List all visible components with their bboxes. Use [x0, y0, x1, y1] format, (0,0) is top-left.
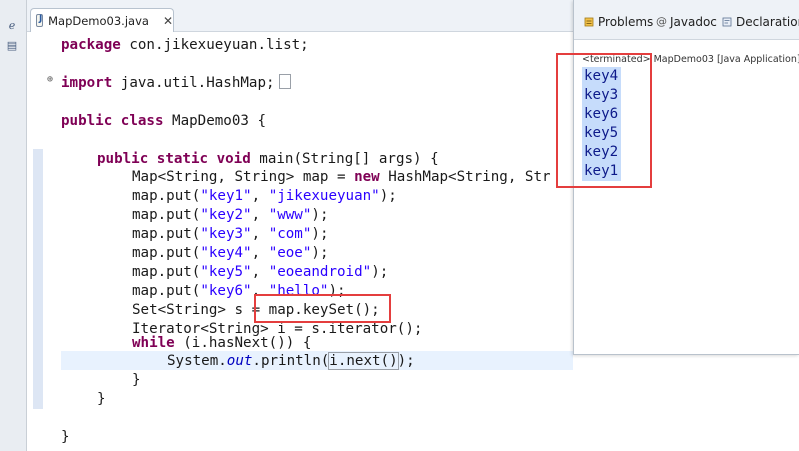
code-line: public class MapDemo03 { — [61, 113, 266, 129]
code-line: } — [97, 391, 106, 407]
tab-declaration[interactable]: Declaration — [722, 13, 799, 31]
tab-mapdemo03[interactable]: MapDemo03.java ✕ — [30, 8, 174, 32]
code-line: map.put("key5", "eoeandroid"); — [132, 264, 389, 280]
code-line: package con.jikexueyuan.list; — [61, 37, 309, 53]
view-tab-bar: Problems @ Javadoc Declaration — [574, 0, 799, 40]
outline-icon[interactable]: ▤ — [4, 38, 20, 54]
code-line: map.put("key3", "com"); — [132, 226, 329, 242]
tab-problems[interactable]: Problems — [584, 13, 653, 31]
fold-expand-icon[interactable]: ⊕ — [47, 74, 53, 85]
code-line: map.put("key4", "eoe"); — [132, 245, 329, 261]
code-editor[interactable]: ⊕ package con.jikexueyuan.list; import j… — [27, 32, 573, 451]
javadoc-icon: @ — [656, 15, 667, 28]
code-line: while (i.hasNext()) { — [132, 335, 312, 351]
scope-ruler — [33, 149, 43, 409]
java-file-icon — [36, 14, 44, 27]
code-line: map.put("key2", "www"); — [132, 207, 329, 223]
code-line: import java.util.HashMap; — [61, 73, 291, 93]
declaration-icon — [722, 17, 732, 27]
tab-javadoc[interactable]: @ Javadoc — [656, 13, 717, 31]
code-line: } — [61, 429, 70, 445]
collapsed-imports-marker[interactable] — [278, 73, 291, 89]
close-icon[interactable]: ✕ — [163, 14, 173, 28]
code-line: } — [132, 372, 141, 388]
keyset-annotation-box — [254, 294, 391, 323]
left-toolbar-strip: ℯ ▤ — [0, 0, 27, 451]
code-line: map.put("key1", "jikexueyuan"); — [132, 188, 397, 204]
problems-icon — [584, 17, 594, 27]
editor-tab-bar: MapDemo03.java ✕ — [27, 0, 573, 32]
hierarchy-icon[interactable]: ℯ — [4, 18, 20, 34]
code-line: Map<String, String> map = new HashMap<St… — [132, 169, 551, 185]
tab-title: MapDemo03.java — [48, 13, 149, 28]
bracket-match-highlight: i.next() — [328, 352, 399, 370]
console-output-annotation-box — [556, 53, 652, 188]
code-line: System.out.println(i.next()); — [167, 352, 415, 370]
code-line: public static void main(String[] args) { — [97, 151, 439, 167]
